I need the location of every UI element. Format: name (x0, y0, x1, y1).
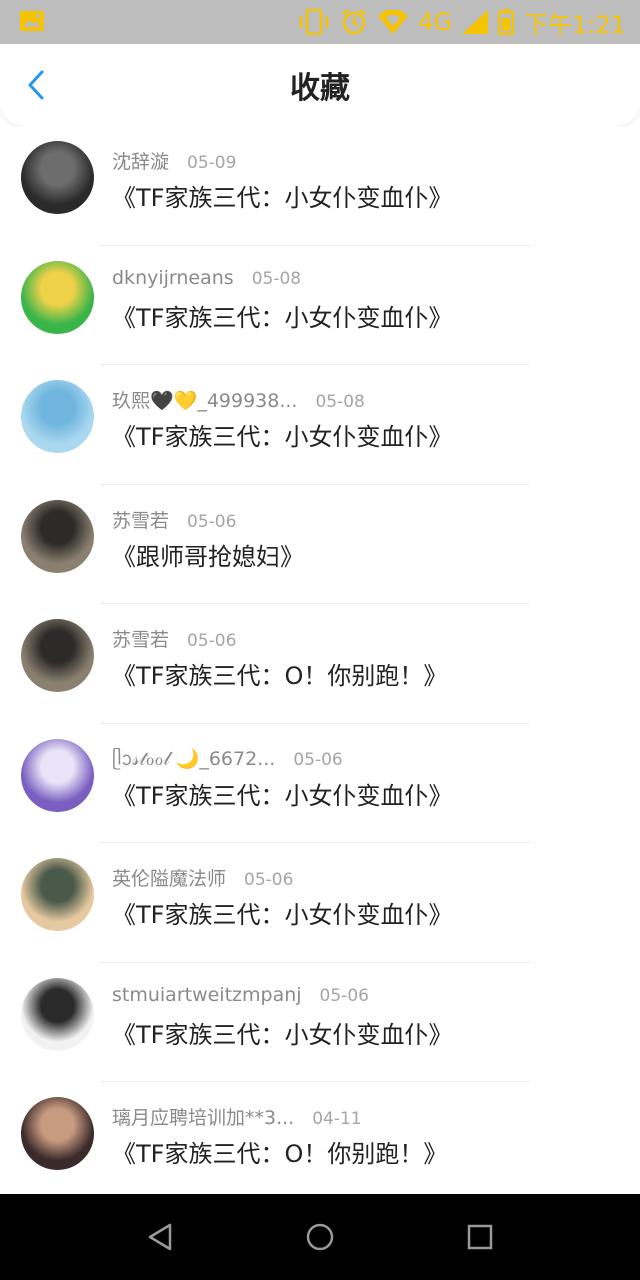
date: 05-06 (293, 749, 343, 770)
user-name: 英伦隘魔法师 (112, 868, 227, 890)
avatar[interactable] (21, 141, 94, 214)
avatar[interactable] (21, 858, 94, 931)
list-item[interactable]: 苏雪若 05-06 《TF家族三代：O！你别跑！》 (0, 604, 640, 724)
signal-icon (462, 10, 489, 34)
meta-line: 苏雪若 05-06 (112, 506, 236, 533)
back-triangle-icon (148, 1223, 172, 1251)
meta-line: ᥫᩣ𝓈𝓉ℴℴ𝓁 🌙_6672... 05-06 (112, 745, 343, 775)
user-name: 璃月应聘培训加**3... (112, 1107, 295, 1129)
page-title: 收藏 (290, 71, 350, 106)
favorites-list: 沈辞漩 05-09 《TF家族三代：小女仆变血仆》 dknyijrneans 0… (0, 126, 640, 1194)
meta-line: dknyijrneans 05-08 (112, 267, 301, 289)
list-item[interactable]: ᥫᩣ𝓈𝓉ℴℴ𝓁 🌙_6672... 05-06 《TF家族三代：小女仆变血仆》 (0, 723, 640, 843)
user-name: 玖熙🖤💛_499938... (112, 390, 298, 412)
wifi-icon (378, 10, 409, 34)
status-bar: 4G 下午1:21 (0, 0, 640, 44)
meta-line: 英伦隘魔法师 05-06 (112, 864, 293, 891)
network-type: 4G (418, 8, 453, 36)
list-item[interactable]: dknyijrneans 05-08 《TF家族三代：小女仆变血仆》 (0, 245, 640, 365)
story-title: 《TF家族三代：小女仆变血仆》 (112, 423, 453, 451)
home-circle-icon (306, 1223, 334, 1251)
image-icon (20, 11, 44, 31)
nav-recent-button[interactable] (459, 1216, 501, 1258)
battery-icon (498, 9, 515, 35)
meta-line: 沈辞漩 05-09 (112, 147, 236, 174)
vibrate-icon (299, 9, 329, 35)
header: 收藏 (0, 44, 640, 126)
date: 05-06 (319, 985, 369, 1006)
user-name: 沈辞漩 (112, 151, 170, 173)
avatar[interactable] (21, 619, 94, 692)
story-title: 《TF家族三代：小女仆变血仆》 (112, 1020, 453, 1049)
list-item[interactable]: 玖熙🖤💛_499938... 05-08 《TF家族三代：小女仆变血仆》 (0, 365, 640, 485)
nav-back-button[interactable] (139, 1216, 181, 1258)
story-title: 《TF家族三代：小女仆变血仆》 (112, 184, 453, 212)
date: 05-09 (187, 153, 237, 173)
avatar[interactable] (21, 499, 94, 573)
story-title: 《TF家族三代：O！你别跑！》 (112, 1140, 448, 1168)
date: 05-06 (187, 631, 237, 651)
user-name: ᥫᩣ𝓈𝓉ℴℴ𝓁 🌙_6672... (112, 747, 276, 770)
meta-line: 璃月应聘培训加**3... 04-11 (112, 1103, 362, 1130)
meta-line: 玖熙🖤💛_499938... 05-08 (112, 386, 365, 413)
nav-home-button[interactable] (299, 1216, 341, 1258)
navigation-bar (0, 1194, 640, 1280)
avatar[interactable] (21, 977, 94, 1051)
date: 05-06 (244, 870, 294, 890)
avatar[interactable] (21, 260, 94, 334)
recent-square-icon (467, 1224, 493, 1250)
list-item[interactable]: 璃月应聘培训加**3... 04-11 《TF家族三代：O！你别跑！》 (0, 1082, 640, 1194)
list-item[interactable]: 英伦隘魔法师 05-06 《TF家族三代：小女仆变血仆》 (0, 843, 640, 963)
user-name: 苏雪若 (112, 629, 170, 651)
date: 05-06 (187, 511, 237, 532)
list-item[interactable]: 苏雪若 05-06 《跟师哥抢媳妇》 (0, 484, 640, 604)
clock: 下午1:21 (524, 10, 626, 39)
meta-line: stmuiartweitzmpanj 05-06 (112, 984, 369, 1006)
user-name: dknyijrneans (112, 266, 234, 289)
meta-line: 苏雪若 05-06 (112, 625, 236, 652)
story-title: 《TF家族三代：小女仆变血仆》 (112, 901, 453, 929)
alarm-icon (342, 9, 366, 35)
user-name: 苏雪若 (112, 509, 170, 532)
user-name: stmuiartweitzmpanj (112, 983, 302, 1006)
date: 04-11 (312, 1109, 362, 1129)
story-title: 《TF家族三代：O！你别跑！》 (112, 662, 448, 690)
story-title: 《TF家族三代：小女仆变血仆》 (112, 781, 453, 810)
date: 05-08 (251, 268, 302, 289)
date: 05-08 (315, 392, 365, 412)
avatar[interactable] (21, 738, 94, 812)
list-item[interactable]: stmuiartweitzmpanj 05-06 《TF家族三代：小女仆变血仆》 (0, 962, 640, 1082)
list-item[interactable]: 沈辞漩 05-09 《TF家族三代：小女仆变血仆》 (0, 126, 640, 246)
story-title: 《TF家族三代：小女仆变血仆》 (112, 303, 453, 332)
avatar[interactable] (21, 380, 94, 453)
avatar[interactable] (21, 1097, 94, 1170)
story-title: 《跟师哥抢媳妇》 (112, 542, 304, 571)
